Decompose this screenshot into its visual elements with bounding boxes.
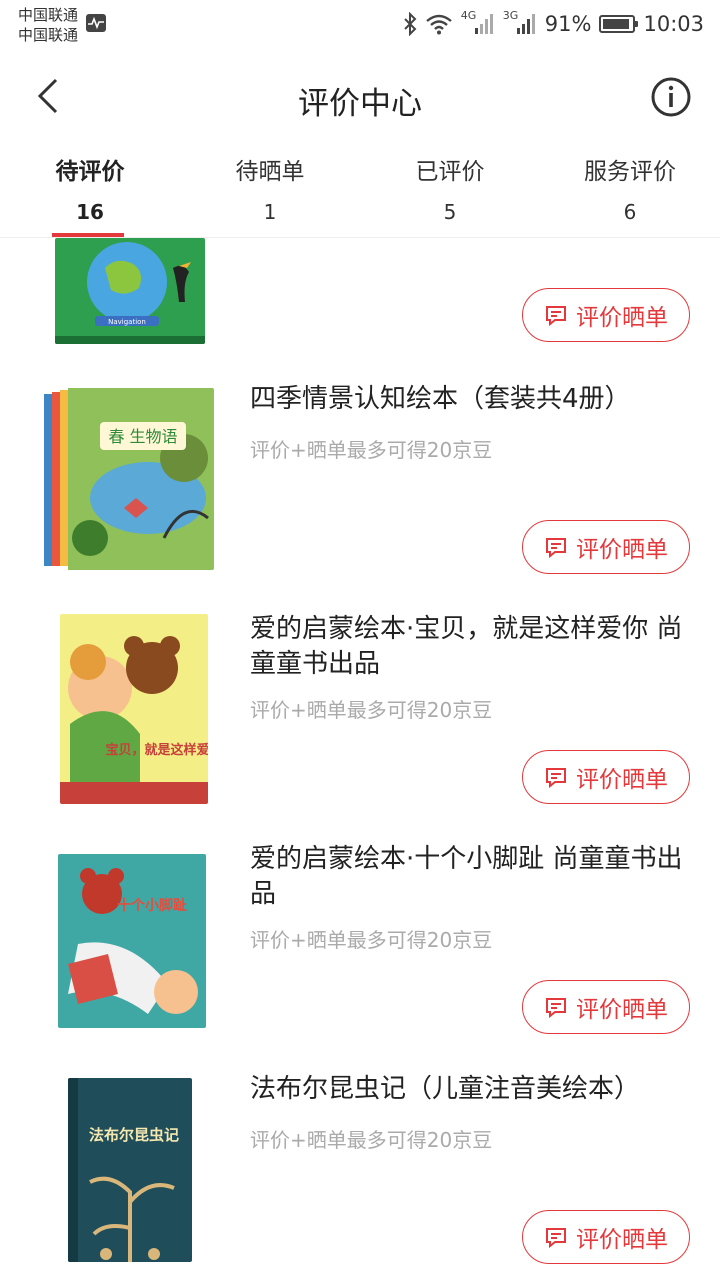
carrier-name-1: 中国联通	[18, 6, 79, 24]
chat-icon	[546, 1228, 566, 1249]
list-item: 宝贝，就是这样爱你 爱的启蒙绘本·宝贝，就是这样爱你 尚童童书出品 评价+晒单最…	[0, 608, 720, 838]
tab-label: 已评价	[415, 159, 485, 185]
chat-icon	[546, 306, 566, 327]
signal-icon-1: 4G	[461, 9, 495, 36]
review-share-button[interactable]: 评价晒单	[522, 980, 690, 1034]
reward-hint: 评价+晒单最多可得20京豆	[250, 1128, 493, 1152]
list-item: 春 生物语 四季情景认知绘本（套装共4册） 评价+晒单最多可得20京豆 评价晒单	[0, 378, 720, 608]
product-title[interactable]: 爱的启蒙绘本·十个小脚趾 尚童童书出品	[250, 842, 690, 912]
tab-count: 1	[263, 200, 277, 224]
tab-label: 待评价	[55, 159, 125, 185]
tab-pending-review[interactable]: 待评价 16	[0, 146, 180, 237]
page-title: 评价中心	[298, 86, 422, 122]
reward-hint: 评价+晒单最多可得20京豆	[250, 438, 493, 462]
book-cover[interactable]: 十个小脚趾	[58, 854, 206, 1028]
tab-pending-share[interactable]: 待晒单 1	[180, 146, 360, 237]
review-share-button[interactable]: 评价晒单	[522, 288, 690, 342]
tab-count: 16	[76, 200, 104, 224]
active-tab-indicator	[52, 233, 124, 237]
signal-icon-2: 3G	[503, 9, 537, 36]
review-tabs: 待评价 16 待晒单 1 已评价 5 服务评价 6	[0, 146, 720, 238]
book-cover[interactable]: Navigation	[55, 238, 205, 344]
tab-label: 待晒单	[235, 159, 305, 185]
tab-count: 5	[443, 200, 457, 224]
review-share-label: 评价晒单	[576, 997, 668, 1023]
review-share-label: 评价晒单	[576, 1227, 668, 1253]
carrier-name-2: 中国联通	[18, 26, 79, 44]
review-share-label: 评价晒单	[576, 767, 668, 793]
book-cover[interactable]: 春 生物语	[44, 388, 214, 570]
tab-label: 服务评价	[584, 159, 676, 185]
cover-text: 十个小脚趾	[117, 897, 187, 914]
reward-hint: 评价+晒单最多可得20京豆	[250, 698, 493, 722]
info-circle-icon[interactable]	[650, 76, 692, 118]
product-title[interactable]: 四季情景认知绘本（套装共4册）	[250, 382, 690, 417]
bluetooth-icon	[404, 12, 417, 36]
activity-icon	[86, 14, 106, 32]
header: 评价中心	[0, 50, 720, 146]
chat-icon	[546, 998, 566, 1019]
tab-count: 6	[623, 200, 637, 224]
book-cover[interactable]: 法布尔昆虫记	[68, 1078, 192, 1262]
tab-service-review[interactable]: 服务评价 6	[540, 146, 720, 237]
list-item: 法布尔昆虫记 法布尔昆虫记（儿童注音美绘本） 评价+晒单最多可得20京豆 评价晒…	[0, 1068, 720, 1280]
clock-time: 10:03	[643, 12, 704, 36]
product-title[interactable]: 爱的启蒙绘本·宝贝，就是这样爱你 尚童童书出品	[250, 612, 690, 682]
list-item: 十个小脚趾 爱的启蒙绘本·十个小脚趾 尚童童书出品 评价+晒单最多可得20京豆 …	[0, 838, 720, 1068]
review-share-label: 评价晒单	[576, 537, 668, 563]
chat-icon	[546, 768, 566, 789]
cover-text: Navigation	[108, 318, 146, 326]
product-list[interactable]: Navigation 评价晒单 春 生物语 四季情景认知绘本（套装共4册） 评价…	[0, 238, 720, 1280]
cover-text: 宝贝，就是这样爱你	[105, 742, 208, 758]
status-bar: 中国联通 中国联通 4G 3G 91% 10:03	[0, 0, 720, 50]
wifi-icon	[426, 14, 452, 35]
review-share-button[interactable]: 评价晒单	[522, 520, 690, 574]
chat-icon	[546, 538, 566, 559]
product-title[interactable]: 法布尔昆虫记（儿童注音美绘本）	[250, 1072, 690, 1107]
tab-reviewed[interactable]: 已评价 5	[360, 146, 540, 237]
list-item: Navigation 评价晒单	[0, 238, 720, 348]
battery-icon	[599, 15, 639, 33]
carrier-info: 中国联通 中国联通	[18, 5, 78, 45]
book-cover[interactable]: 宝贝，就是这样爱你	[60, 614, 208, 804]
battery-percent: 91%	[544, 12, 592, 36]
review-share-label: 评价晒单	[576, 305, 668, 331]
review-share-button[interactable]: 评价晒单	[522, 750, 690, 804]
review-share-button[interactable]: 评价晒单	[522, 1210, 690, 1264]
reward-hint: 评价+晒单最多可得20京豆	[250, 928, 493, 952]
cover-text: 法布尔昆虫记	[89, 1126, 179, 1144]
cover-text: 春 生物语	[108, 427, 177, 446]
